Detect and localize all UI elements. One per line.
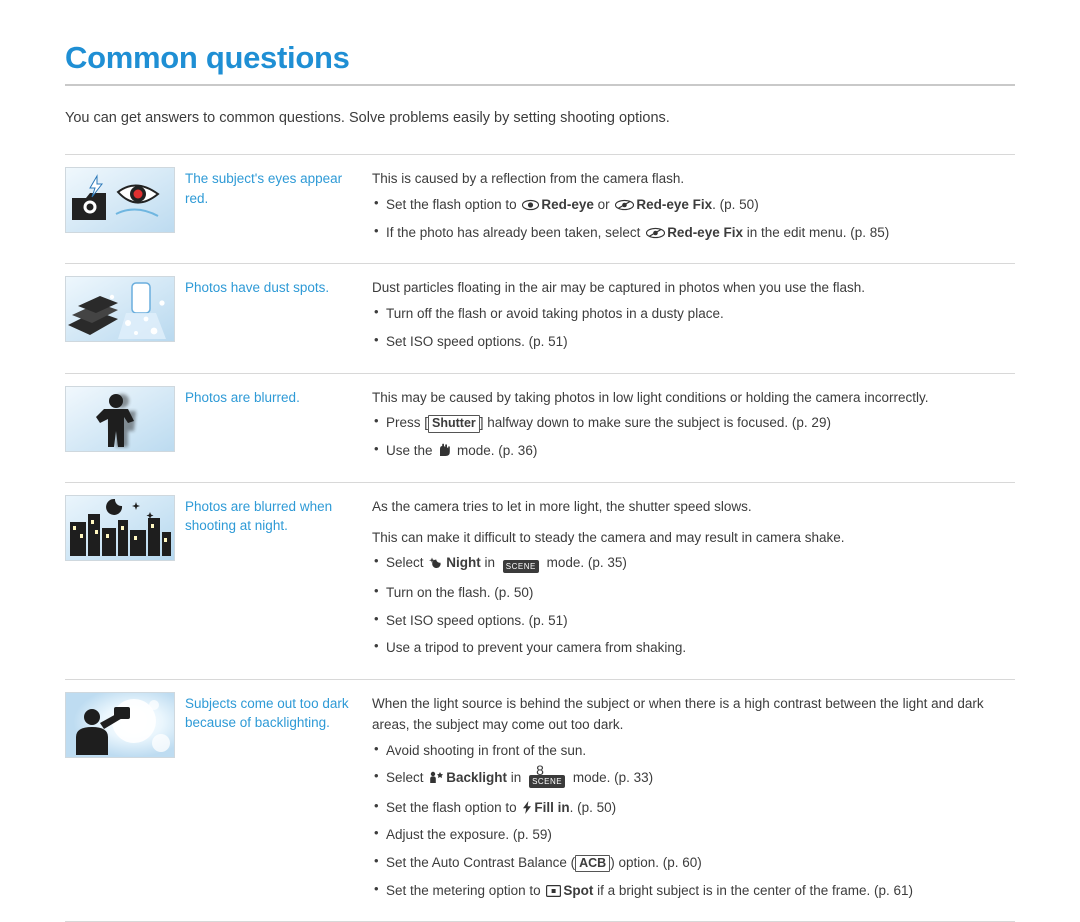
- row-illustration-cell: [65, 679, 185, 921]
- bullet-text: Set ISO speed options. (p. 51): [386, 612, 568, 628]
- list-item: Set the flash option to Red-eye or Red-e…: [372, 193, 1015, 216]
- list-item: Press [Shutter] halfway down to make sur…: [372, 411, 1015, 434]
- list-item: Turn on the flash. (p. 50): [372, 581, 1015, 604]
- bullet-emphasis: Red-eye: [541, 197, 594, 213]
- list-item: Set the metering option to Spot if a bri…: [372, 879, 1015, 902]
- bullet-emphasis: Spot: [563, 882, 594, 898]
- red-eye-illustration: [65, 167, 175, 234]
- bullet-emphasis: Red-eye Fix: [636, 197, 713, 213]
- bullet-text: in the edit menu. (p. 85): [742, 224, 890, 240]
- answer-bullets: Turn off the flash or avoid taking photo…: [372, 302, 1015, 353]
- red-eye-fix-flash-icon: [615, 199, 635, 211]
- common-questions-table: The subject's eyes appear red. This is ca…: [65, 154, 1015, 922]
- list-item: If the photo has already been taken, sel…: [372, 221, 1015, 244]
- answer-bullets: Set the flash option to Red-eye or Red-e…: [372, 193, 1015, 244]
- row-illustration-cell: [65, 373, 185, 482]
- answer-cell: Dust particles floating in the air may b…: [372, 264, 1015, 373]
- page-number: 8: [536, 762, 544, 778]
- bullet-text: Use a tripod to prevent your camera from…: [386, 640, 687, 656]
- bullet-emphasis: Fill in: [534, 799, 570, 815]
- answer-lead: Dust particles floating in the air may b…: [372, 280, 866, 296]
- row-illustration-cell: [65, 482, 185, 679]
- answer-bullets: Select Night in SCENE mode. (p. 35) Turn …: [372, 551, 1015, 659]
- list-item: Use the mode. (p. 36): [372, 439, 1015, 462]
- list-item: Use a tripod to prevent your camera from…: [372, 636, 1015, 659]
- bullet-text: . (p. 50): [712, 197, 759, 213]
- bullet-text: If the photo has already been taken, sel…: [386, 224, 645, 240]
- question-cell: Subjects come out too dark because of ba…: [185, 695, 349, 731]
- dust-spots-illustration: [65, 276, 175, 343]
- bullet-text: Set the flash option to: [386, 799, 521, 815]
- bullet-text: mode. (p. 35): [542, 555, 627, 571]
- spot-metering-icon: [546, 884, 562, 897]
- bullet-text: Select: [386, 555, 428, 571]
- list-item: Set ISO speed options. (p. 51): [372, 609, 1015, 632]
- table-row: Photos are blurred. This may be caused by…: [65, 373, 1015, 482]
- answer-cell: This may be caused by taking photos in l…: [372, 373, 1015, 482]
- bullet-text: or: [593, 197, 614, 213]
- question-cell: The subject's eyes appear red.: [185, 171, 343, 206]
- bullet-text: Set the flash option to: [386, 197, 521, 213]
- table-row: Subjects come out too dark because of ba…: [65, 679, 1015, 922]
- page-title: Common questions: [65, 40, 350, 75]
- list-item: Adjust the exposure. (p. 59): [372, 823, 1015, 846]
- bullet-text: Turn off the flash or avoid taking photo…: [386, 306, 724, 322]
- answer-lead: This is caused by a reflection from the …: [372, 171, 685, 187]
- bullet-text: Use the: [386, 443, 437, 459]
- fill-in-flash-icon: [522, 800, 532, 814]
- question-cell: Photos have dust spots.: [185, 280, 330, 296]
- row-illustration-cell: [65, 155, 185, 264]
- bullet-text: . (p. 50): [569, 799, 617, 815]
- row-illustration-cell: [65, 264, 185, 373]
- table-row: The subject's eyes appear red. This is ca…: [65, 154, 1015, 264]
- list-item: Turn off the flash or avoid taking photo…: [372, 302, 1015, 325]
- bullet-text: Adjust the exposure. (p. 59): [386, 827, 552, 843]
- bullet-emphasis: Night: [446, 555, 481, 571]
- bullet-text: Avoid shooting in front of the sun.: [386, 742, 587, 758]
- blurred-photo-illustration: [65, 385, 175, 452]
- answer-lead: As the camera tries to let in more light…: [372, 498, 752, 514]
- intro-paragraph: You can get answers to common questions.…: [65, 110, 670, 126]
- night-mode-icon: [429, 556, 444, 569]
- key-label: ACB: [575, 854, 611, 873]
- answer-cell: When the light source is behind the subj…: [372, 679, 1015, 921]
- bullet-text: ) option. (p. 60): [610, 855, 702, 871]
- document-page: Common questions You can get answers to …: [0, 0, 1080, 922]
- bullet-text: if a bright subject is in the center of …: [593, 882, 914, 898]
- list-item: Set ISO speed options. (p. 51): [372, 330, 1015, 353]
- bullet-text: in: [480, 555, 499, 571]
- bullet-text: Set the metering option to: [386, 882, 545, 898]
- list-item: Select Night in SCENE mode. (p. 35): [372, 551, 1015, 576]
- scene-mode-icon: SCENE: [501, 554, 541, 576]
- title-divider: [65, 84, 1015, 86]
- table-row: Photos have dust spots. Dust particles fl…: [65, 263, 1015, 373]
- list-item: Set the flash option to Fill in. (p. 50): [372, 796, 1015, 819]
- dual-is-mode-icon: [438, 443, 451, 457]
- answer-bullets: Press [Shutter] halfway down to make sur…: [372, 411, 1015, 462]
- bullet-emphasis: Red-eye Fix: [667, 224, 743, 240]
- bullet-text: mode. (p. 36): [453, 443, 538, 459]
- backlighting-illustration: [65, 691, 175, 758]
- red-eye-fix-edit-icon: [646, 227, 666, 239]
- bullet-text: ] halfway down to make sure the subject …: [479, 415, 831, 431]
- list-item: Set the Auto Contrast Balance (ACB) opti…: [372, 851, 1015, 874]
- bullet-text: Turn on the flash. (p. 50): [386, 585, 534, 601]
- question-cell: Photos are blurred.: [185, 389, 300, 405]
- answer-lead: This may be caused by taking photos in l…: [372, 389, 929, 405]
- table-row: Photos are blurred when shooting at nigh…: [65, 482, 1015, 679]
- answer-cell: This is caused by a reflection from the …: [372, 155, 1015, 264]
- answer-lead: When the light source is behind the subj…: [372, 695, 984, 732]
- red-eye-flash-icon: [522, 199, 540, 211]
- answer-cell: As the camera tries to let in more light…: [372, 482, 1015, 679]
- bullet-text: Press [: [386, 415, 429, 431]
- list-item: Avoid shooting in front of the sun.: [372, 739, 1015, 762]
- key-label: Shutter: [428, 414, 480, 433]
- answer-lead-2: This can make it difficult to steady the…: [372, 529, 845, 545]
- bullet-text: Set ISO speed options. (p. 51): [386, 333, 568, 349]
- night-blur-illustration: [65, 494, 175, 561]
- question-cell: Photos are blurred when shooting at nigh…: [185, 498, 333, 534]
- bullet-text: Set the Auto Contrast Balance (: [386, 855, 576, 871]
